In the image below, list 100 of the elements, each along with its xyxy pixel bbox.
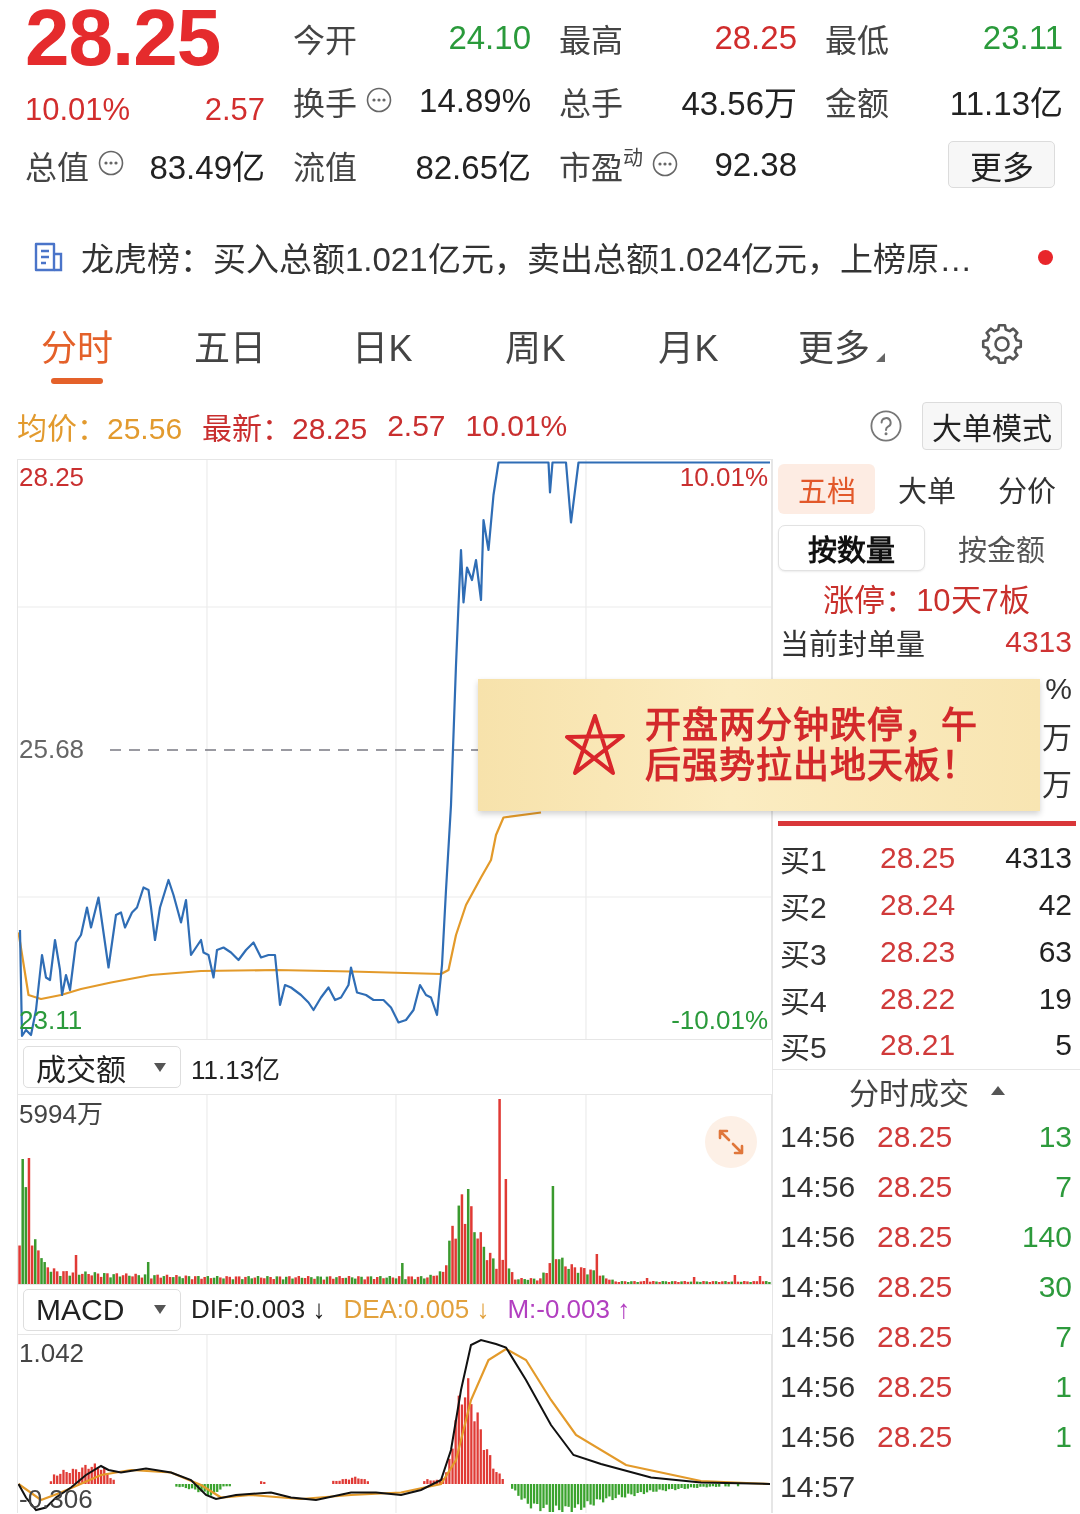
unit-toggle[interactable]: 按数量 xyxy=(778,524,925,571)
bid-volume: 4313 xyxy=(1005,841,1072,876)
axis-label: 25.68 xyxy=(19,734,85,764)
help-icon[interactable] xyxy=(870,410,902,442)
chart-tab[interactable]: 月K xyxy=(652,306,725,384)
star-icon xyxy=(563,712,627,778)
ellipsis-circle-icon[interactable] xyxy=(366,87,392,114)
unit-toggle[interactable]: 按金额 xyxy=(928,524,1075,571)
axis-label: -10.01% xyxy=(671,1005,768,1035)
order-value: 万 xyxy=(1042,720,1072,757)
bid-label: 买3 xyxy=(780,936,828,973)
axis-label: 5994万 xyxy=(19,1099,103,1129)
news-text[interactable]: 龙虎榜：买入总额1.021亿元，卖出总额1.024亿元，上榜原… xyxy=(81,233,973,281)
stat-label: 市盈$^{动}$ xyxy=(559,145,643,188)
bid-price: 28.21 xyxy=(880,1028,956,1063)
indicator-dropdown[interactable]: MACD xyxy=(23,1288,181,1331)
panel-tab[interactable]: 大单 xyxy=(878,464,975,514)
stat-value: 92.38 xyxy=(714,145,797,184)
bid-volume: 63 xyxy=(1038,934,1072,969)
dropdown-caret-icon xyxy=(154,1062,166,1072)
macd-reading: M:-0.003 ↑ xyxy=(507,1294,631,1325)
chart-tab[interactable]: 五日 xyxy=(187,306,272,384)
stat-value: 23.11 xyxy=(982,18,1063,57)
trade-volume: 140 xyxy=(1021,1219,1072,1254)
trade-price: 28.25 xyxy=(877,1419,953,1454)
caret-up-icon[interactable] xyxy=(990,1086,1005,1096)
bid-label: 买5 xyxy=(780,1030,828,1067)
histogram-bar xyxy=(736,1484,740,1487)
bid-price: 28.23 xyxy=(880,934,956,969)
dif-reading: DIF:0.003 ↓ xyxy=(191,1294,326,1325)
indicator-dropdown[interactable]: 成交额 xyxy=(23,1046,181,1088)
stat-value: 11.13亿 xyxy=(949,84,1063,125)
stat-label: 总手 xyxy=(559,85,623,125)
stat-value: 28.25 xyxy=(714,18,797,57)
bid-price: 28.24 xyxy=(880,888,956,923)
stat-value: 83.49亿 xyxy=(149,147,265,188)
trade-price: 28.25 xyxy=(877,1269,953,1304)
bid-volume: 42 xyxy=(1038,888,1072,923)
change-percent-text: 10.01% xyxy=(465,409,568,443)
trade-time: 14:56 xyxy=(780,1369,857,1404)
stat-value: 14.89% xyxy=(419,82,531,121)
trade-volume: 1 xyxy=(1055,1369,1072,1404)
order-value: 万 xyxy=(1042,766,1072,803)
stat-label: 总值 xyxy=(25,148,89,188)
bid-label: 买1 xyxy=(780,843,828,880)
order-mode-button[interactable]: 大单模式 xyxy=(922,402,1062,450)
trade-time: 14:57 xyxy=(780,1469,857,1504)
order-label: 当前封单量 xyxy=(780,628,925,664)
trade-price: 28.25 xyxy=(877,1119,953,1154)
trades-title: 分时成交 xyxy=(848,1075,969,1112)
bid-volume: 19 xyxy=(1038,981,1072,1016)
latest-price-text: 最新：28.25 xyxy=(202,411,368,447)
stat-label: 今开 xyxy=(293,21,357,61)
document-icon xyxy=(33,241,65,273)
more-button[interactable]: 更多 xyxy=(948,141,1055,189)
bid-label: 买4 xyxy=(780,983,828,1020)
stat-label: 金额 xyxy=(825,85,889,125)
expand-icon[interactable] xyxy=(705,1116,757,1168)
trade-time: 14:56 xyxy=(780,1219,857,1254)
trade-time: 14:56 xyxy=(780,1319,857,1354)
stat-label: 最高 xyxy=(559,21,623,61)
change-amount: 2.57 xyxy=(204,91,265,128)
chart-tab[interactable]: 日K xyxy=(346,306,419,384)
axis-label: 28.25 xyxy=(19,462,85,492)
order-value: % xyxy=(1045,671,1072,706)
trade-time: 14:56 xyxy=(780,1419,857,1454)
ellipsis-circle-icon[interactable] xyxy=(652,150,678,177)
dropdown-caret-icon xyxy=(154,1305,166,1314)
note-text: 开盘两分钟跌停，午后强势拉出地天板！ xyxy=(645,705,979,785)
stat-label: 换手 xyxy=(293,85,357,125)
settings-icon[interactable] xyxy=(979,322,1024,366)
axis-label: 1.042 xyxy=(19,1339,85,1367)
ellipsis-circle-icon[interactable] xyxy=(98,149,124,176)
chart-tab[interactable]: 周K xyxy=(499,306,572,384)
trade-time: 14:56 xyxy=(780,1119,857,1154)
stat-label: 流值 xyxy=(293,148,357,188)
dea-reading: DEA:0.005 ↓ xyxy=(343,1294,490,1325)
trade-volume: 30 xyxy=(1038,1269,1072,1304)
stat-value: 82.65亿 xyxy=(415,147,531,188)
panel-tab[interactable]: 分价 xyxy=(978,464,1075,514)
stat-value: 24.10 xyxy=(448,18,531,57)
chart-tab[interactable]: 更多 xyxy=(792,306,891,384)
trade-volume: 7 xyxy=(1055,1319,1072,1354)
trade-price: 28.25 xyxy=(877,1169,953,1204)
trade-price: 28.25 xyxy=(877,1319,953,1354)
trade-volume: 7 xyxy=(1055,1169,1072,1204)
bid-label: 买2 xyxy=(780,890,828,927)
bid-price: 28.25 xyxy=(880,841,956,876)
trade-price: 28.25 xyxy=(877,1219,953,1254)
last-price: 28.25 xyxy=(25,6,222,69)
bid-volume: 5 xyxy=(1055,1028,1072,1063)
caret-icon xyxy=(876,353,885,362)
change-amount-text: 2.57 xyxy=(387,409,446,443)
average-price-text: 均价：25.56 xyxy=(17,411,183,447)
order-value: 4313 xyxy=(1005,625,1072,660)
change-percent: 10.01% xyxy=(25,91,131,128)
stat-value: 43.56万 xyxy=(681,84,797,125)
trade-volume: 1 xyxy=(1055,1419,1072,1454)
trade-time: 14:56 xyxy=(780,1169,857,1204)
axis-label: 10.01% xyxy=(679,462,768,492)
